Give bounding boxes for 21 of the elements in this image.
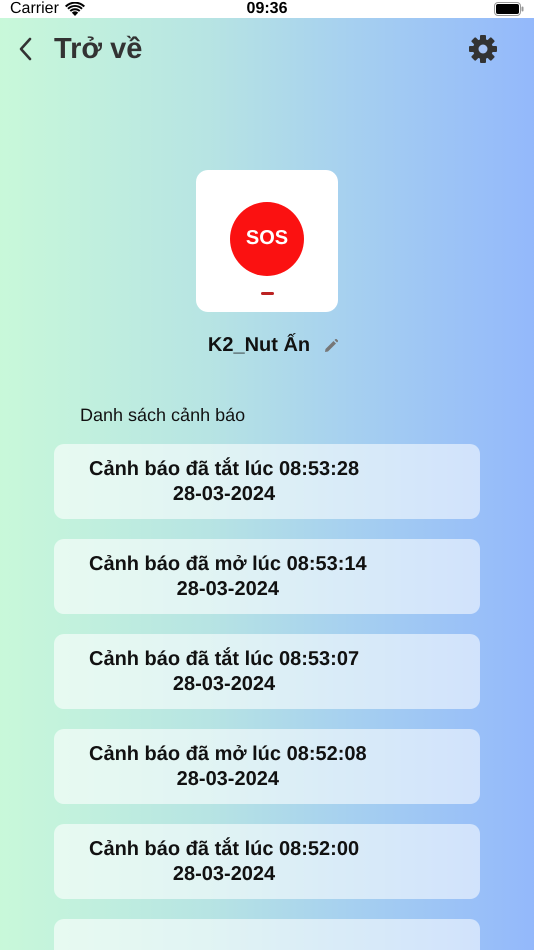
- alert-message: Cảnh báo đã mở lúc 08:52:08: [89, 742, 367, 766]
- back-icon[interactable]: [18, 37, 32, 61]
- section-title: Danh sách cảnh báo: [80, 405, 246, 426]
- edit-icon[interactable]: [324, 338, 338, 352]
- alert-date: 28-03-2024: [172, 862, 276, 886]
- indicator-light: [260, 292, 274, 294]
- battery-icon: [494, 2, 524, 16]
- settings-icon[interactable]: [468, 34, 498, 64]
- device-name: K2_Nut Ấn: [208, 334, 310, 357]
- alert-date: 28-03-2024: [172, 672, 276, 696]
- alert-message: Cảnh báo đã tắt lúc 08:52:00: [89, 836, 360, 862]
- alert-date: 28-03-2024: [172, 482, 276, 506]
- alert-date: 28-03-2024: [176, 576, 280, 602]
- back-button[interactable]: Trở về: [18, 32, 142, 66]
- status-time: 09:36: [246, 0, 288, 18]
- wifi-icon: [64, 2, 85, 16]
- alert-date: 28-03-2024: [176, 766, 280, 792]
- alert-message: Cảnh báo đã tắt lúc 08:53:07: [89, 646, 360, 672]
- carrier-name: Carrier: [10, 0, 59, 18]
- alert-message: Cảnh báo đã mở lúc 08:53:14: [89, 552, 367, 576]
- alert-message: Cảnh báo đã tắt lúc 08:53:28: [89, 456, 360, 482]
